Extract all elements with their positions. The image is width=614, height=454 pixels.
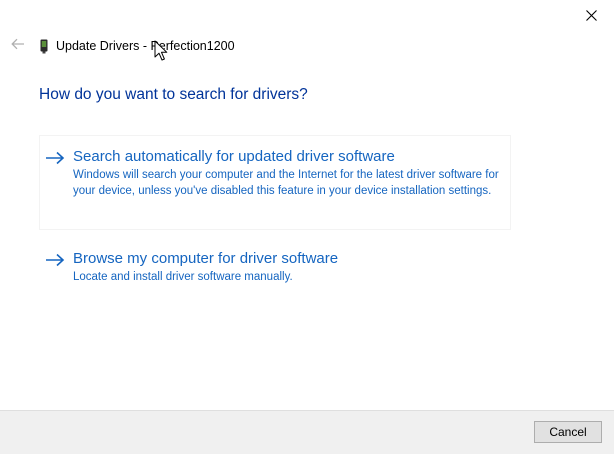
- option-title: Browse my computer for driver software: [73, 250, 339, 267]
- right-arrow-icon: [45, 147, 67, 229]
- page-title: How do you want to search for drivers?: [39, 86, 308, 103]
- option-body: Browse my computer for driver software L…: [73, 249, 513, 294]
- option-description: Windows will search your computer and th…: [73, 169, 499, 197]
- device-icon: [39, 38, 49, 54]
- window-header: Update Drivers - Perfection1200: [8, 36, 235, 56]
- option-title: Search automatically for updated driver …: [73, 148, 395, 165]
- option-body: Search automatically for updated driver …: [73, 147, 513, 229]
- window-title: Update Drivers - Perfection1200: [56, 39, 235, 53]
- back-arrow-icon: [11, 37, 25, 55]
- cancel-button[interactable]: Cancel: [534, 421, 602, 443]
- update-drivers-window: Update Drivers - Perfection1200 How do y…: [0, 0, 614, 454]
- browse-computer-option[interactable]: Browse my computer for driver software L…: [39, 240, 511, 294]
- search-automatically-option[interactable]: Search automatically for updated driver …: [39, 135, 511, 230]
- back-button[interactable]: [8, 36, 28, 56]
- close-button[interactable]: [568, 0, 614, 30]
- footer-bar: Cancel: [0, 410, 614, 454]
- option-description: Locate and install driver software manua…: [73, 271, 293, 283]
- right-arrow-icon: [45, 249, 67, 294]
- close-icon: [585, 9, 597, 21]
